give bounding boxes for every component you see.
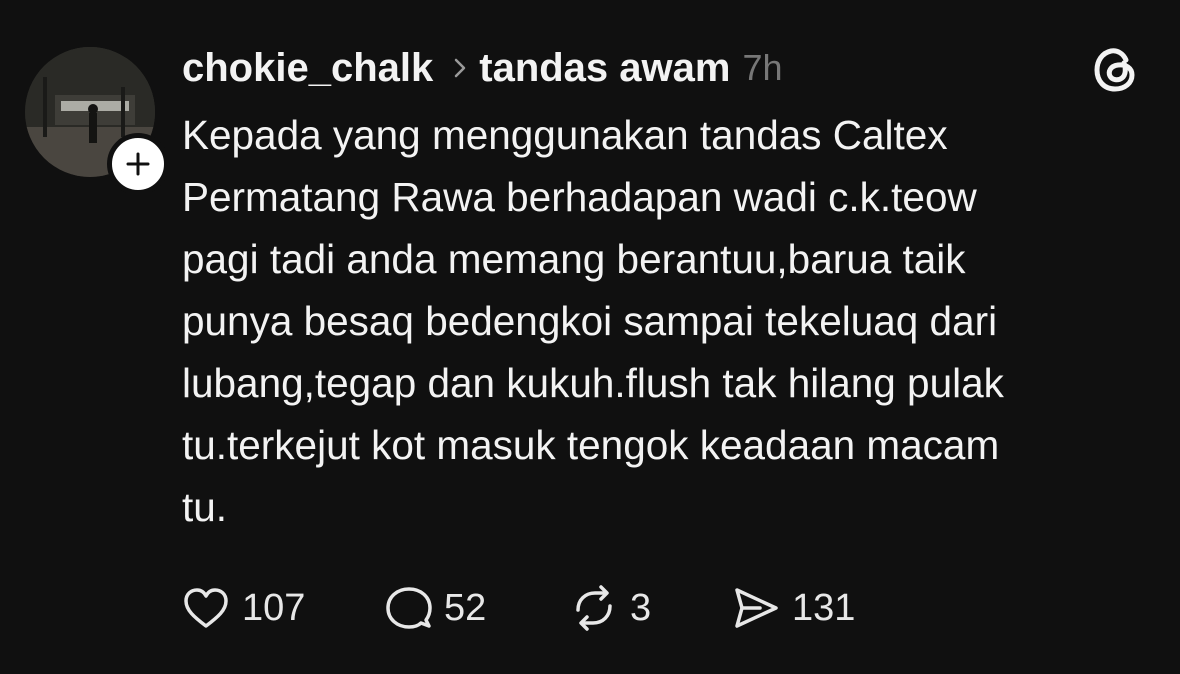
post-body: Kepada yang menggunakan tandas Caltex Pe… [182, 104, 1142, 538]
post-text-line: tu. [182, 484, 228, 530]
post-timestamp: 7h [742, 47, 783, 88]
share-button[interactable]: 131 [730, 580, 855, 636]
username-link[interactable]: chokie_chalk [182, 46, 433, 91]
post-text-line: Kepada yang menggunakan tandas Caltex [182, 112, 948, 158]
repost-icon [576, 585, 612, 631]
post-text-line: Permatang Rawa berhadapan wadi c.k.teow [182, 174, 977, 220]
post-text-line: pagi tadi anda memang berantuu,barua tai… [182, 236, 966, 282]
chevron-right-icon [453, 57, 467, 79]
topic-link[interactable]: tandas awam [479, 46, 730, 91]
like-count: 107 [242, 586, 306, 629]
post-text-line: lubang,tegap dan kukuh.flush tak hilang … [182, 360, 1004, 406]
reply-count: 52 [444, 586, 487, 629]
repost-button[interactable]: 3 [568, 580, 651, 636]
reply-button[interactable]: 52 [382, 580, 486, 636]
share-count: 131 [792, 586, 856, 629]
like-button[interactable]: 107 [180, 580, 305, 636]
follow-button[interactable] [107, 133, 169, 195]
threads-logo-icon[interactable] [1090, 44, 1142, 96]
action-bar: 107 52 3 131 [0, 580, 1180, 636]
repost-count: 3 [630, 586, 652, 629]
post-text-line: tu.terkejut kot masuk tengok keadaan mac… [182, 422, 1000, 468]
send-icon [735, 588, 778, 628]
heart-icon [184, 588, 228, 628]
comment-bubble-icon [386, 587, 432, 629]
post-header: chokie_chalk tandas awam 7h [182, 42, 783, 94]
post-text-line: punya besaq bedengkoi sampai tekeluaq da… [182, 298, 998, 344]
avatar-container [25, 47, 169, 195]
plus-icon [126, 152, 150, 176]
